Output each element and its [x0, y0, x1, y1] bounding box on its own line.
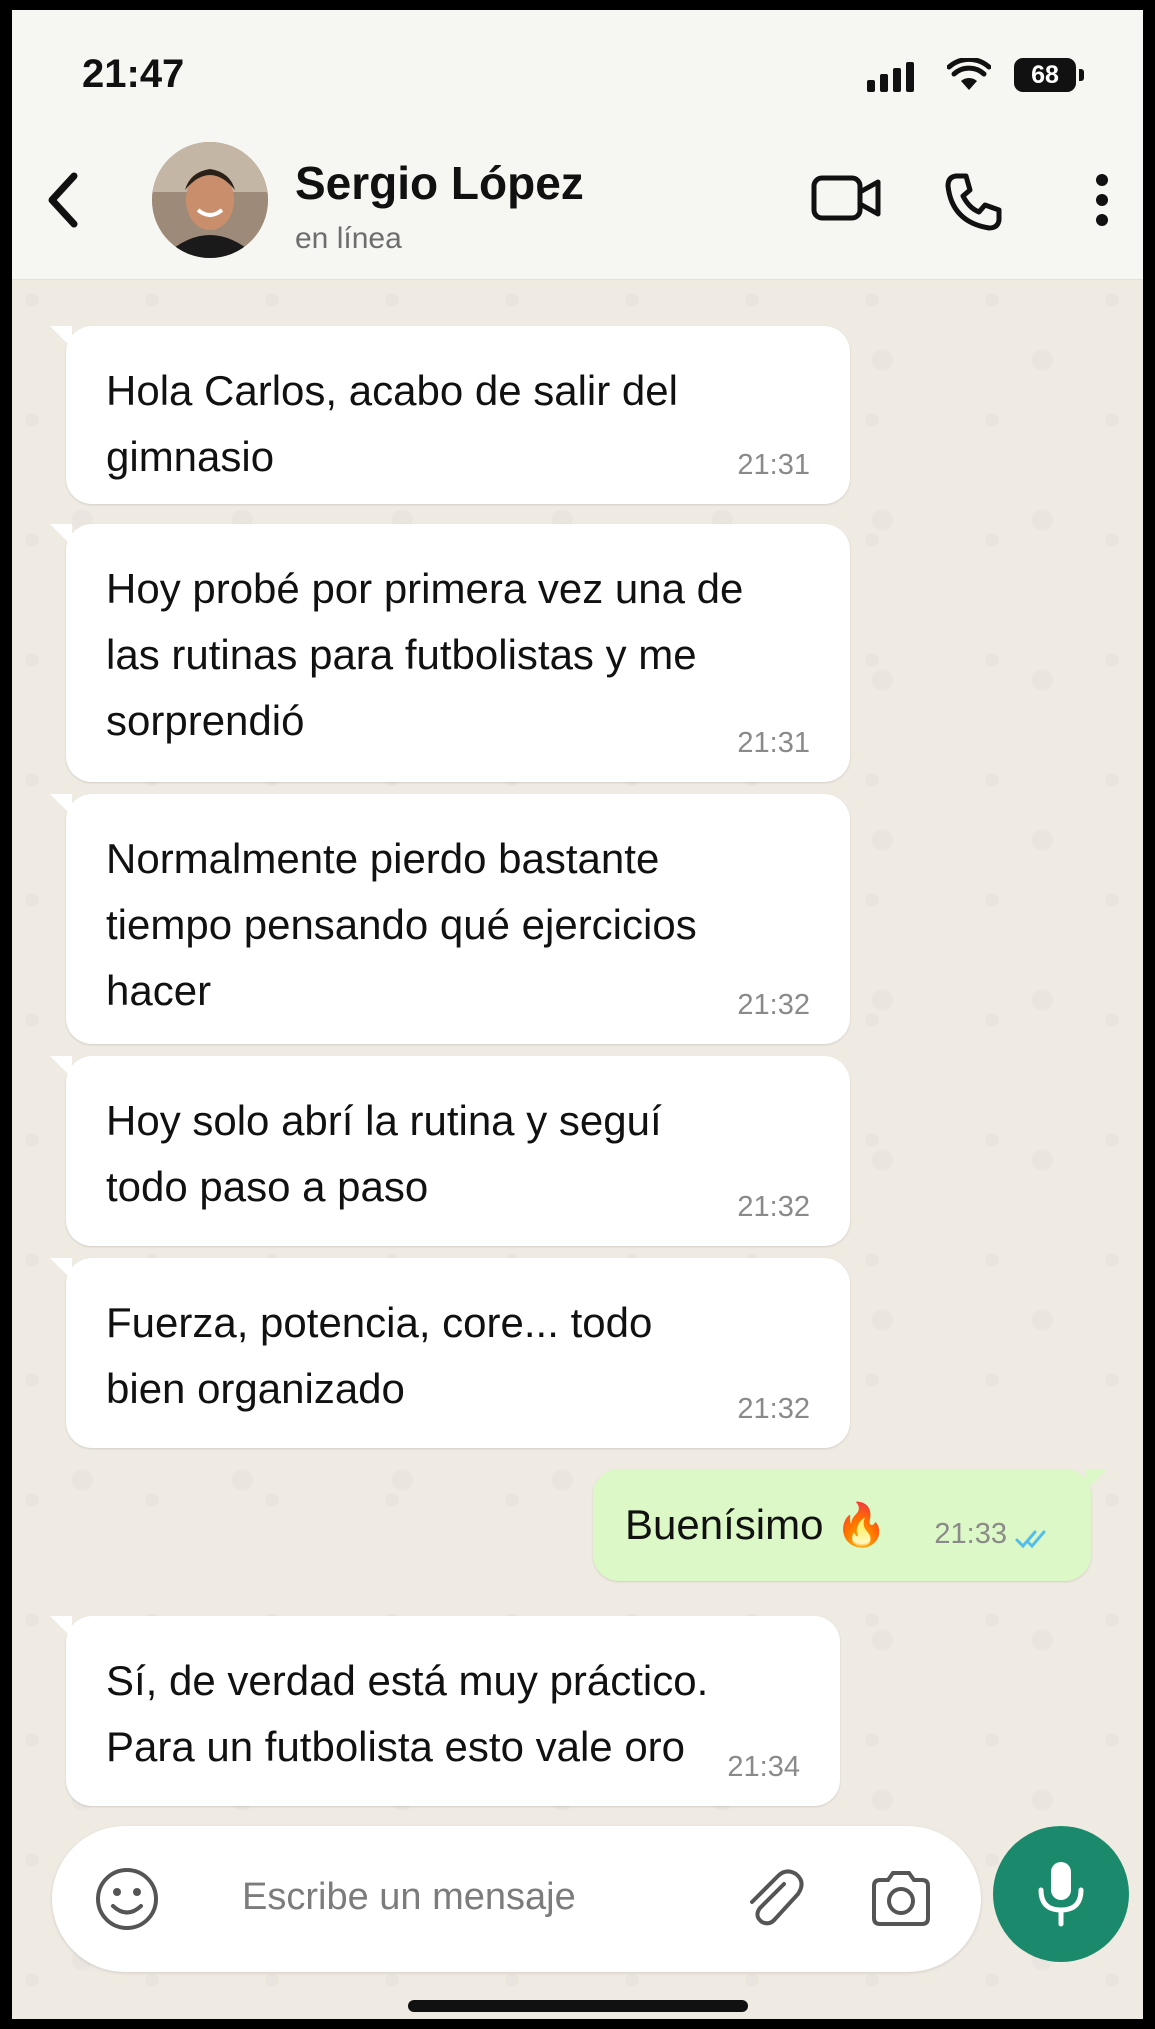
chat-header: Sergio López en línea — [12, 120, 1143, 280]
message-composer[interactable]: Escribe un mensaje — [52, 1826, 981, 1972]
message-bubble-incoming[interactable]: Hoy solo abrí la rutina y seguí todo pas… — [50, 1056, 850, 1246]
wifi-icon — [947, 58, 991, 90]
message-time: 21:32 — [737, 1191, 810, 1223]
chat-screen: 21:47 68 Sergio López en línea Hola Carl… — [12, 10, 1143, 2019]
more-options-icon[interactable] — [1090, 170, 1114, 230]
contact-status: en línea — [295, 222, 402, 255]
message-text: Hola Carlos, acabo de salir del gimnasio — [106, 367, 678, 480]
message-bubble-incoming[interactable]: Sí, de verdad está muy práctico. Para un… — [50, 1616, 840, 1806]
signal-icon — [867, 62, 914, 92]
message-text: Hoy solo abrí la rutina y seguí todo pas… — [106, 1097, 662, 1210]
emoji-icon[interactable] — [94, 1866, 160, 1932]
message-bubble-incoming[interactable]: Hoy probé por primera vez una de las rut… — [50, 524, 850, 782]
contact-avatar[interactable] — [152, 142, 268, 258]
message-time: 21:32 — [737, 989, 810, 1021]
voice-record-button[interactable] — [993, 1826, 1129, 1962]
message-input[interactable]: Escribe un mensaje — [242, 1876, 576, 1919]
message-bubble-incoming[interactable]: Hola Carlos, acabo de salir del gimnasio… — [50, 326, 850, 504]
camera-icon[interactable] — [868, 1868, 934, 1928]
microphone-icon — [1038, 1862, 1084, 1927]
status-time: 21:47 — [82, 52, 185, 96]
video-call-icon[interactable] — [810, 170, 882, 226]
home-indicator[interactable] — [408, 2000, 748, 2012]
message-text: Sí, de verdad está muy práctico. Para un… — [106, 1657, 709, 1770]
status-bar: 21:47 68 — [12, 10, 1143, 130]
message-time: 21:31 — [737, 727, 810, 759]
message-time: 21:32 — [737, 1393, 810, 1425]
message-bubble-outgoing[interactable]: Buenísimo 🔥 21:33 — [593, 1469, 1107, 1581]
message-bubble-incoming[interactable]: Fuerza, potencia, core... todo bien orga… — [50, 1258, 850, 1448]
message-text: Hoy probé por primera vez una de las rut… — [106, 565, 744, 744]
message-time: 21:33 — [934, 1518, 1007, 1550]
message-time: 21:31 — [737, 449, 810, 481]
back-arrow-icon[interactable] — [42, 170, 82, 230]
battery-indicator: 68 — [1014, 58, 1084, 92]
message-bubble-incoming[interactable]: Normalmente pierdo bastante tiempo pensa… — [50, 794, 850, 1044]
message-text: Normalmente pierdo bastante tiempo pensa… — [106, 835, 697, 1014]
read-receipt-icon — [1015, 1530, 1046, 1549]
phone-icon[interactable] — [942, 170, 1004, 232]
attach-icon[interactable] — [740, 1866, 804, 1930]
message-text: Fuerza, potencia, core... todo bien orga… — [106, 1299, 653, 1412]
contact-name[interactable]: Sergio López — [295, 156, 584, 210]
message-time: 21:34 — [727, 1751, 800, 1783]
